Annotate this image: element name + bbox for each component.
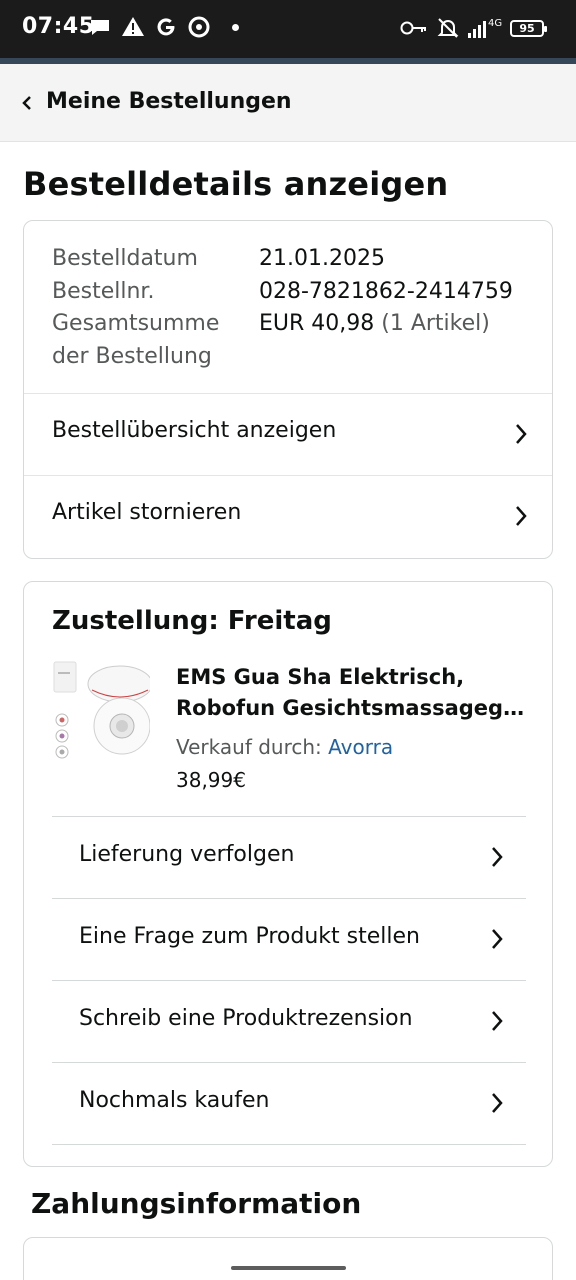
- key-icon: [400, 21, 426, 35]
- product-title-line2: Robofun Gesichtsmassagege...: [176, 696, 536, 720]
- bell-off-icon: [437, 18, 459, 38]
- status-time: 07:45: [22, 14, 95, 39]
- buy-again-row[interactable]: Nochmals kaufen: [52, 1062, 526, 1144]
- view-order-summary-label: Bestellübersicht anzeigen: [52, 418, 337, 443]
- order-date-value: 21.01.2025: [259, 246, 385, 271]
- order-total-label: Gesamtsumme: [52, 311, 220, 336]
- payment-card: [23, 1237, 553, 1280]
- chevron-right-icon: [492, 1093, 503, 1113]
- order-summary-card: Bestelldatum 21.01.2025 Bestellnr. 028-7…: [23, 220, 553, 559]
- order-number-label: Bestellnr.: [52, 278, 155, 304]
- ask-product-question-row[interactable]: Eine Frage zum Produkt stellen: [52, 898, 526, 980]
- back-link-label[interactable]: Meine Bestellungen: [46, 89, 292, 114]
- seller-link[interactable]: Avorra: [328, 735, 393, 759]
- warning-icon: [122, 17, 144, 36]
- battery-icon: 95: [510, 19, 547, 37]
- chevron-right-icon: [492, 847, 503, 867]
- order-item-count: (1 Artikel): [381, 311, 490, 336]
- write-review-label: Schreib eine Produktrezension: [79, 1006, 413, 1031]
- product-price: 38,99€: [176, 768, 246, 792]
- order-total-value-wrap: EUR 40,98 (1 Artikel): [259, 308, 490, 341]
- status-bar: 07:45 4G 95: [0, 0, 576, 58]
- back-navigation[interactable]: Meine Bestellungen: [0, 64, 576, 142]
- write-review-row[interactable]: Schreib eine Produktrezension: [52, 980, 526, 1062]
- ask-product-question-label: Eine Frage zum Produkt stellen: [79, 924, 420, 949]
- delivery-card: Zustellung: Freitag EMS Gua Sha Elektris…: [23, 581, 553, 1167]
- track-package-label: Lieferung verfolgen: [79, 842, 295, 867]
- cast-icon: [188, 16, 210, 38]
- delivery-heading: Zustellung: Freitag: [52, 606, 332, 636]
- order-date-label: Bestelldatum: [52, 246, 198, 271]
- order-total-label-2: der Bestellung: [52, 343, 212, 369]
- network-4g-icon: 4G: [488, 18, 502, 29]
- page-title: Bestelldetails anzeigen: [23, 165, 449, 203]
- google-icon: [157, 18, 175, 36]
- chevron-right-icon: [492, 1011, 503, 1031]
- chevron-right-icon: [516, 424, 527, 444]
- order-number-value: 028-7821862-2414759: [259, 278, 513, 304]
- payment-section-title: Zahlungsinformation: [31, 1187, 362, 1220]
- product-title[interactable]: EMS Gua Sha Elektrisch, Robofun Gesichts…: [176, 662, 536, 724]
- track-package-row[interactable]: Lieferung verfolgen: [52, 816, 526, 898]
- chevron-right-icon: [516, 506, 527, 526]
- cancel-items-label: Artikel stornieren: [52, 500, 242, 525]
- seller-info: Verkauf durch: Avorra: [176, 735, 393, 759]
- seller-prefix: Verkauf durch:: [176, 735, 329, 759]
- product-image[interactable]: [52, 660, 150, 762]
- order-total-value: EUR 40,98: [259, 311, 375, 336]
- signal-icon: 4G: [468, 18, 502, 38]
- chevron-right-icon: [492, 929, 503, 949]
- cancel-items-row[interactable]: Artikel stornieren: [24, 475, 552, 557]
- view-order-summary-row[interactable]: Bestellübersicht anzeigen: [24, 393, 552, 475]
- chat-bubble-icon: [91, 20, 109, 35]
- home-indicator[interactable]: [231, 1266, 346, 1270]
- divider: [52, 1144, 526, 1145]
- dot-icon: [232, 23, 239, 31]
- buy-again-label: Nochmals kaufen: [79, 1088, 270, 1113]
- chevron-left-icon: [22, 96, 31, 110]
- product-title-line1: EMS Gua Sha Elektrisch,: [176, 665, 465, 689]
